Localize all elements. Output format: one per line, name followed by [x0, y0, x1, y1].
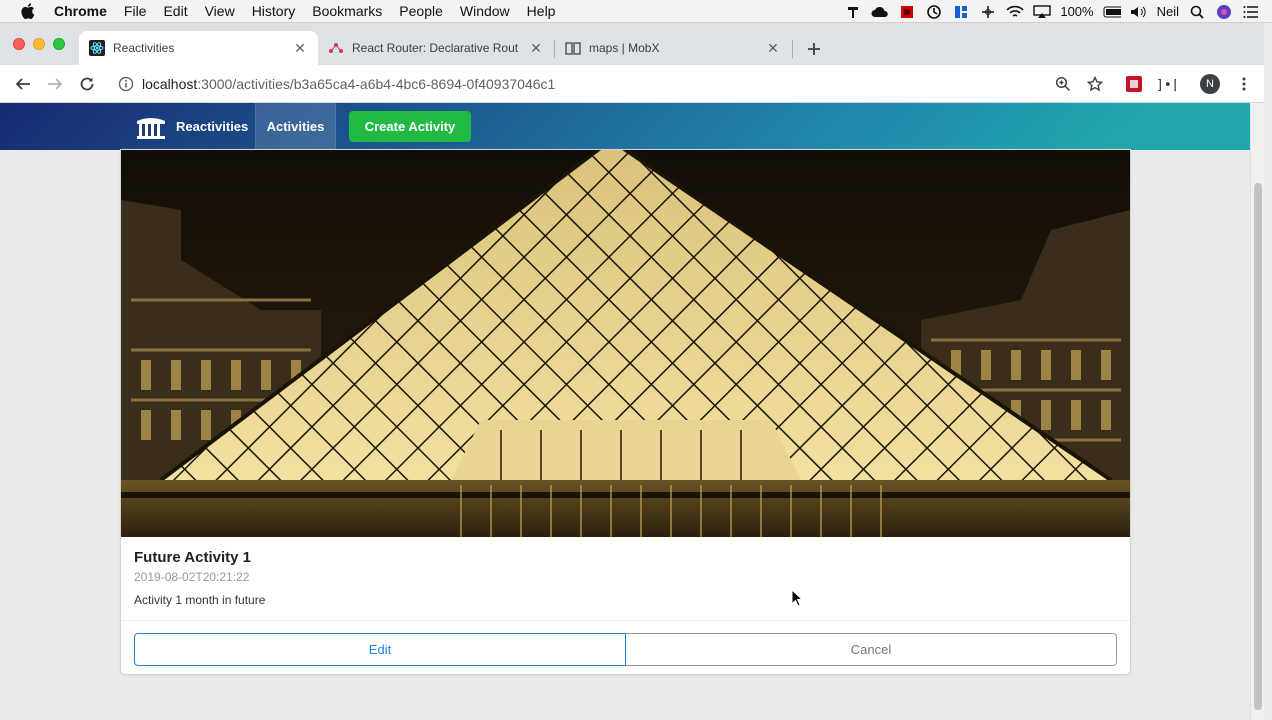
menu-window[interactable]: Window [460, 3, 510, 19]
tab-close-icon[interactable]: ✕ [528, 40, 544, 56]
tab-title: maps | MobX [589, 41, 660, 55]
url-path: :3000/activities/b3a65ca4-a6b4-4bc6-8694… [197, 76, 556, 92]
card-button-group: Edit Cancel [134, 633, 1117, 666]
window-manager-icon[interactable] [952, 4, 970, 20]
menu-people[interactable]: People [399, 3, 443, 19]
cloud-icon[interactable] [871, 4, 889, 20]
arrow-left-icon [15, 78, 30, 90]
page-scrollbar[interactable] [1250, 103, 1264, 720]
typeface-icon[interactable] [844, 4, 862, 20]
airplay-icon[interactable] [1033, 4, 1052, 20]
user-name[interactable]: Neil [1157, 4, 1179, 19]
window-zoom-button[interactable] [53, 38, 65, 50]
activity-title: Future Activity 1 [134, 549, 251, 566]
browser-tab-strip: Reactivities ✕ React Router: Declarative… [0, 23, 1264, 65]
apple-menu-icon[interactable] [18, 1, 38, 21]
tab-react-router[interactable]: React Router: Declarative Rout ✕ [318, 31, 554, 65]
tab-reactivities[interactable]: Reactivities ✕ [79, 31, 318, 65]
tab-separator [792, 40, 793, 58]
react-favicon-icon [89, 40, 105, 56]
volume-icon[interactable] [1130, 4, 1148, 20]
mobx-devtools-icon: ]•[ [1156, 78, 1176, 92]
plus-icon [808, 43, 820, 55]
kebab-menu-icon [1242, 77, 1246, 91]
edit-button[interactable]: Edit [134, 633, 626, 666]
window-minimize-button[interactable] [33, 38, 45, 50]
window-close-button[interactable] [13, 38, 25, 50]
page-viewport: Reactivities Activities Create Activity [0, 103, 1250, 720]
macos-menu-bar: Chrome File Edit View History Bookmarks … [0, 0, 1272, 23]
svg-text:]•[: ]•[ [1156, 78, 1176, 92]
siri-icon[interactable] [1215, 4, 1233, 20]
star-icon [1087, 76, 1103, 92]
activity-image [121, 150, 1130, 537]
scrollbar-thumb[interactable] [1254, 183, 1262, 710]
tab-title: React Router: Declarative Rout [352, 41, 519, 55]
reactivities-logo-icon [137, 117, 165, 139]
battery-percent: 100% [1060, 4, 1094, 19]
menu-help[interactable]: Help [527, 3, 556, 19]
menu-edit[interactable]: Edit [163, 3, 187, 19]
card-content: Future Activity 1 2019-08-02T20:21:22 Ac… [121, 537, 1130, 621]
nav-brand[interactable]: Reactivities [122, 103, 262, 150]
tab-close-icon[interactable]: ✕ [292, 40, 308, 56]
menu-view[interactable]: View [205, 3, 235, 19]
reload-button[interactable] [76, 73, 98, 95]
cancel-button[interactable]: Cancel [626, 633, 1117, 666]
menu-history[interactable]: History [252, 3, 296, 19]
devtools-extension-button[interactable]: ]•[ [1155, 73, 1177, 95]
battery-icon[interactable] [1103, 4, 1121, 20]
tab-mobx-maps[interactable]: maps | MobX ✕ [555, 31, 791, 65]
menu-app-name[interactable]: Chrome [54, 3, 107, 19]
extension-button[interactable] [1123, 73, 1145, 95]
zoom-button[interactable] [1052, 73, 1074, 95]
menu-bookmarks[interactable]: Bookmarks [312, 3, 382, 19]
new-tab-button[interactable] [802, 37, 826, 61]
reload-icon [80, 77, 94, 91]
address-bar[interactable]: localhost:3000/activities/b3a65ca4-a6b4-… [110, 69, 1116, 99]
url-host: localhost [142, 76, 198, 92]
profile-button[interactable]: N [1199, 73, 1221, 95]
book-favicon-icon [565, 40, 581, 56]
menu-file[interactable]: File [124, 3, 147, 19]
extension-red-icon [1126, 76, 1142, 92]
forward-button[interactable] [44, 73, 66, 95]
nav-activities-link[interactable]: Activities [255, 103, 336, 150]
time-machine-icon[interactable] [925, 4, 943, 20]
chrome-menu-button[interactable] [1233, 73, 1255, 95]
activity-description: Activity 1 month in future [134, 593, 266, 607]
arrow-right-icon [48, 78, 63, 90]
create-activity-button[interactable]: Create Activity [349, 111, 471, 142]
activity-card: Future Activity 1 2019-08-02T20:21:22 Ac… [121, 150, 1130, 674]
wifi-icon[interactable] [1006, 4, 1024, 20]
bookmark-button[interactable] [1084, 73, 1106, 95]
avatar: N [1200, 74, 1220, 94]
app-navbar: Reactivities Activities Create Activity [0, 103, 1250, 150]
activity-date: 2019-08-02T20:21:22 [134, 570, 250, 584]
app-indicator-icon[interactable] [898, 4, 916, 20]
mouse-cursor-icon [791, 589, 803, 607]
spotlight-search-icon[interactable] [1188, 4, 1206, 20]
tab-close-icon[interactable]: ✕ [765, 40, 781, 56]
info-icon[interactable] [118, 76, 134, 92]
tab-title: Reactivities [113, 41, 175, 55]
menu-extras: 100% Neil [844, 0, 1260, 23]
react-router-favicon-icon [328, 40, 344, 56]
notification-center-icon[interactable] [1242, 4, 1260, 20]
zoom-icon [1055, 76, 1071, 92]
back-button[interactable] [12, 73, 34, 95]
browser-toolbar: localhost:3000/activities/b3a65ca4-a6b4-… [0, 65, 1264, 103]
brand-label: Reactivities [176, 119, 249, 134]
move-icon[interactable] [979, 4, 997, 20]
